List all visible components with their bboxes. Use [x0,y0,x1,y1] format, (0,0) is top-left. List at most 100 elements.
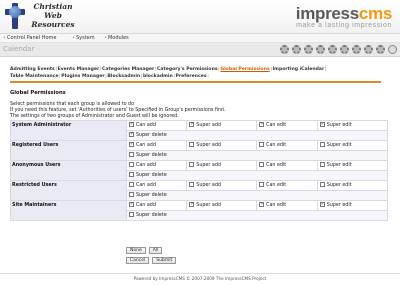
table-row: Registered Users Can add Super add Can edit… [10,140,389,161]
permission-cell: Can add [125,200,188,211]
permission-label: Super delete [136,153,167,158]
permission-cell: Super delete [126,210,388,221]
submit-button[interactable]: Submit [152,257,177,264]
gear-icon[interactable] [364,45,373,54]
permission-label: Super edit [326,183,352,188]
permission-checkbox[interactable] [189,182,195,187]
permission-cell: Can edit [256,160,318,171]
section-title: Global Permissions [10,90,66,96]
permission-checkbox[interactable] [129,121,134,127]
permission-checkbox[interactable] [189,142,195,147]
permission-checkbox[interactable] [319,182,325,187]
permission-checkbox[interactable] [129,172,134,177]
permission-label: Super add [196,143,221,148]
permission-cell: Can edit [256,120,318,131]
permission-cell: Super edit [316,180,389,191]
site-logo-text: Christian Web Resources [31,2,75,29]
tabs-underline [10,81,381,83]
permission-checkbox[interactable] [319,162,325,167]
gear-icon[interactable] [280,45,289,54]
description: Select permissions that each group is al… [10,102,226,119]
permission-label: Can edit [266,183,287,188]
permission-label: Super add [196,123,221,128]
permission-checkbox[interactable] [319,121,325,127]
permission-label: Can edit [266,143,287,148]
nav-modules[interactable]: •Modules [104,34,129,43]
permission-cell: Super edit [316,120,389,131]
tab-categories-manager[interactable]: Categories Manager [102,67,154,72]
gear-icon[interactable] [316,45,325,54]
permission-cell: Super add [186,180,258,191]
permission-label: Super edit [326,163,352,168]
permission-label: Can add [136,123,156,128]
gear-icon[interactable] [376,45,385,54]
table-row: Anonymous Users Can add Super add Can edit S… [10,160,389,181]
brand-right: cms [358,4,392,23]
permission-checkbox[interactable] [189,162,195,167]
permission-checkbox[interactable] [129,192,134,197]
help-icon[interactable] [388,45,397,54]
module-toolbar [277,45,397,55]
page-title: Calendar [3,45,35,53]
footer: Powered by ImpressCMS © 2007-2009 The Im… [133,276,267,281]
tab-blockadmin[interactable]: blockadmin [143,74,173,79]
permission-checkbox[interactable] [129,212,134,217]
permission-checkbox[interactable] [129,162,134,167]
select-none-button[interactable]: None [126,247,146,254]
site-header: Christian Web Resources impresscms make … [0,0,400,34]
tab-admitting-events[interactable]: Admitting Events [10,67,55,72]
nav-system[interactable]: •System [72,34,95,43]
permission-label: Can edit [266,163,287,168]
permission-cell: Can add [125,180,188,191]
permissions-table: System Administrator Can add Super add Can … [10,120,389,221]
nav-control-panel-home[interactable]: •Control Panel Home [3,34,56,43]
site-logo[interactable]: Christian Web Resources [3,2,81,31]
permission-label: Can add [136,163,156,168]
tab-table-maintenance[interactable]: Table Maintenance [10,74,59,79]
permission-cell: Super delete [126,190,388,201]
permission-checkbox[interactable] [129,131,134,137]
form-buttons: Cancel Submit [126,257,179,264]
permission-label: Can edit [266,203,287,208]
tab-events-manager[interactable]: Events Manager [58,67,100,72]
permission-label: Super delete [136,213,167,218]
gear-icon[interactable] [304,45,313,54]
permission-cell: Can add [125,140,188,151]
permission-cell: Super delete [126,170,388,181]
permission-checkbox[interactable] [259,201,264,207]
permission-cell: Can add [125,160,188,171]
table-row: Restricted Users Can add Super add Can edit… [10,180,389,201]
tab-preferences[interactable]: Preferences [176,74,207,79]
permission-checkbox[interactable] [319,201,325,207]
tab-global-permissions[interactable]: Global Permissions [220,67,269,72]
permission-checkbox[interactable] [129,201,134,207]
permission-cell: Super edit [316,200,389,211]
permission-label: Super edit [326,123,352,128]
gear-icon[interactable] [352,45,361,54]
tagline: make a lasting impression [296,22,392,29]
permission-checkbox[interactable] [189,201,194,207]
tab-category-permissions[interactable]: Category's Permissions [157,67,218,72]
permission-checkbox[interactable] [129,141,134,147]
permission-cell: Super add [186,140,258,151]
permission-cell: Super add [186,200,258,211]
permission-checkbox[interactable] [129,152,134,157]
permission-checkbox[interactable] [319,142,325,147]
cancel-button[interactable]: Cancel [126,257,150,264]
permission-label: Super delete [136,133,167,138]
gear-icon[interactable] [292,45,301,54]
permission-checkbox[interactable] [259,121,264,127]
impresscms-logo[interactable]: impresscms make a lasting impression [296,4,393,30]
tab-plugins-manager[interactable]: Plugins Manager [61,74,104,79]
permission-label: Super delete [136,173,167,178]
permission-checkbox[interactable] [259,142,265,147]
select-all-button[interactable]: All [148,247,163,254]
gear-icon[interactable] [340,45,349,54]
tab-blocksadmin[interactable]: Blocksadmin [107,74,140,79]
permission-checkbox[interactable] [189,121,194,127]
tab-importing-icalendar[interactable]: Importing iCalendar [272,67,324,72]
permission-checkbox[interactable] [259,182,265,187]
permission-checkbox[interactable] [259,162,265,167]
gear-icon[interactable] [328,45,337,54]
permission-checkbox[interactable] [129,182,134,187]
